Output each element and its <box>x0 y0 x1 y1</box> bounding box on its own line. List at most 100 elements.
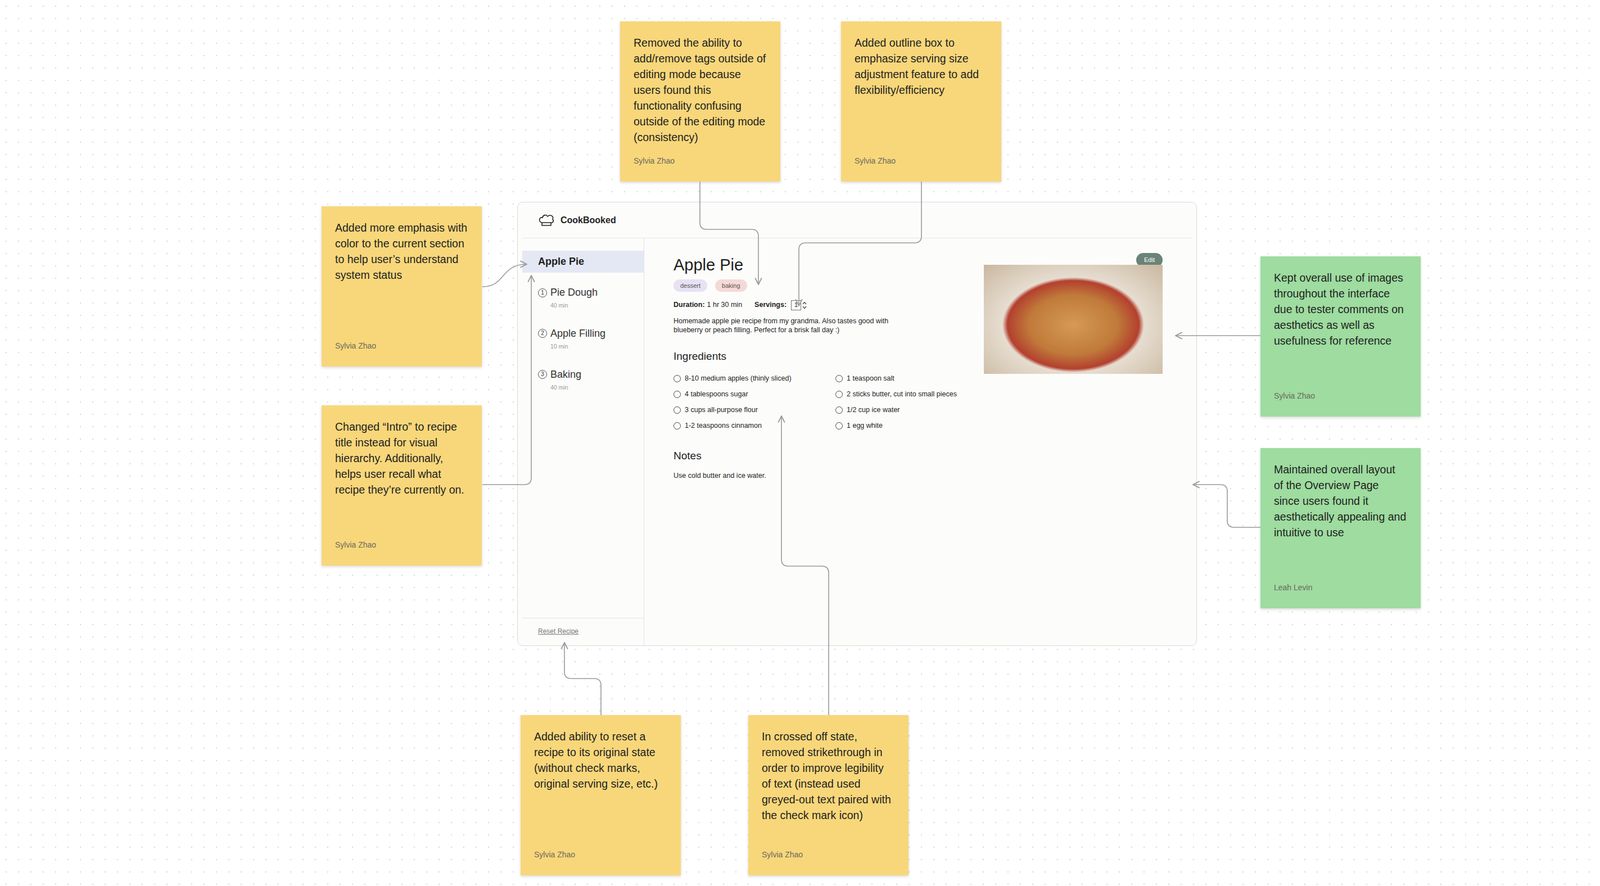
sticky-note[interactable]: Added ability to reset a recipe to its o… <box>520 715 681 876</box>
ingredient-item[interactable]: 1 egg white <box>835 418 962 435</box>
ingredient-item[interactable]: 1 teaspoon salt <box>835 371 962 387</box>
note-text: Removed the ability to add/remove tags o… <box>633 34 767 146</box>
check-circle-icon[interactable] <box>673 374 681 383</box>
step-label: Apple Filling <box>550 326 606 342</box>
note-text: Added ability to reset a recipe to its o… <box>534 728 668 792</box>
connectors <box>0 0 1600 886</box>
servings-label: Servings: <box>754 299 787 311</box>
recipe-title: Apple Pie <box>673 255 744 275</box>
sticky-note[interactable]: Kept overall use of images throughout th… <box>1260 256 1421 417</box>
app-body: Apple Pie1Pie Dough40 min2Apple Filling1… <box>517 238 1197 646</box>
step-row: 2Apple Filling <box>538 326 639 342</box>
ingredient-item[interactable]: 3 cups all-purpose flour <box>673 402 831 419</box>
recipe-description: Homemade apple pie recipe from my grandm… <box>673 317 893 335</box>
sticky-note[interactable]: Removed the ability to add/remove tags o… <box>620 21 781 182</box>
duration: Duration:1 hr 30 min <box>673 299 743 311</box>
app-name: CookBooked <box>560 213 617 228</box>
step-row: 3Baking <box>538 367 639 383</box>
connector-arrow-icon <box>482 275 532 485</box>
ingredient-item[interactable]: 2 sticks butter, cut into small pieces <box>835 386 962 403</box>
recipe-tag: baking <box>715 279 747 293</box>
sticky-note[interactable]: Added more emphasis with color to the cu… <box>321 206 482 367</box>
connector-arrow-icon <box>564 642 601 716</box>
note-author: Sylvia Zhao <box>534 848 668 861</box>
servings-input[interactable]: 1 <box>791 300 802 311</box>
check-circle-icon[interactable] <box>835 406 843 414</box>
step-number: 1 <box>538 288 548 298</box>
sidebar-list: Apple Pie1Pie Dough40 min2Apple Filling1… <box>522 250 644 618</box>
check-circle-icon[interactable] <box>835 422 843 430</box>
sticky-note[interactable]: Added outline box to emphasize serving s… <box>841 21 1002 182</box>
note-text: In crossed off state, removed strikethro… <box>761 728 896 824</box>
ingredient-text: 1 egg white <box>846 420 883 432</box>
app-header: CookBooked <box>522 202 1192 239</box>
connector-arrow-icon <box>798 181 922 306</box>
ingredients-heading: Ingredients <box>673 350 962 364</box>
critique-board: CookBookedApple Pie1Pie Dough40 min2Appl… <box>0 0 1600 886</box>
check-circle-icon[interactable] <box>673 422 681 430</box>
sidebar-item[interactable]: Apple Pie <box>522 250 644 273</box>
reset-recipe-link[interactable]: Reset Recipe <box>538 627 579 636</box>
sticky-note[interactable]: Changed “Intro” to recipe title instead … <box>321 405 482 566</box>
check-circle-icon[interactable] <box>673 390 681 399</box>
servings: Servings: 1 <box>754 299 807 311</box>
stepper-icon[interactable] <box>802 301 807 310</box>
ingredient-text: 1-2 teaspoons cinnamon <box>684 420 762 432</box>
step-label: Baking <box>550 367 582 383</box>
recipe-photo <box>983 264 1163 374</box>
ingredient-item[interactable]: 4 tablespoons sugar <box>673 386 831 403</box>
step-row: 1Pie Dough <box>538 285 639 301</box>
connector-arrow-icon <box>1175 335 1261 337</box>
notes-heading: Notes <box>673 449 962 463</box>
note-text: Maintained overall layout of the Overvie… <box>1273 461 1408 541</box>
sidebar-item[interactable]: 3Baking40 min <box>522 363 644 396</box>
step-number: 3 <box>538 369 548 379</box>
note-text: Changed “Intro” to recipe title instead … <box>335 418 469 498</box>
connector-arrow-icon <box>781 416 829 716</box>
note-author: Sylvia Zhao <box>335 340 469 352</box>
duration-value: 1 hr 30 min <box>707 300 743 309</box>
ingredient-list: 8-10 medium apples (thinly sliced) 4 tabl… <box>673 371 962 435</box>
ingredient-text: 4 tablespoons sugar <box>684 389 749 400</box>
ingredient-text: 2 sticks butter, cut into small pieces <box>846 389 957 400</box>
duration-label: Duration: <box>673 300 705 309</box>
ingredient-item[interactable]: 1/2 cup ice water <box>835 402 962 419</box>
sticky-note[interactable]: Maintained overall layout of the Overvie… <box>1260 448 1421 609</box>
step-time: 10 min <box>538 342 639 352</box>
ingredient-item[interactable]: 8-10 medium apples (thinly sliced) <box>673 371 831 387</box>
note-text: Added more emphasis with color to the cu… <box>335 219 469 283</box>
notes-text: Use cold butter and ice water. <box>673 470 962 482</box>
ingredient-text: 3 cups all-purpose flour <box>684 404 758 416</box>
recipe-details: dessert baking Duration:1 hr 30 min Serving… <box>673 279 962 482</box>
content-row: dessert baking Duration:1 hr 30 min Serving… <box>673 279 1163 482</box>
note-author: Sylvia Zhao <box>335 539 469 551</box>
sticky-note[interactable]: In crossed off state, removed strikethro… <box>748 715 909 876</box>
step-label: Pie Dough <box>550 285 598 301</box>
meta-row: Duration:1 hr 30 min Servings: 1 <box>673 299 962 311</box>
check-circle-icon[interactable] <box>673 406 681 414</box>
note-author: Leah Levin <box>1273 581 1408 594</box>
connector-arrow-icon <box>699 181 759 285</box>
sidebar: Apple Pie1Pie Dough40 min2Apple Filling1… <box>517 238 645 646</box>
sidebar-footer: Reset Recipe <box>522 617 644 646</box>
step-number: 2 <box>538 328 548 338</box>
check-circle-icon[interactable] <box>835 390 843 399</box>
note-text: Kept overall use of images throughout th… <box>1273 269 1408 349</box>
note-author: Sylvia Zhao <box>761 848 896 861</box>
connector-arrow-icon <box>482 264 527 287</box>
sidebar-item[interactable]: 1Pie Dough40 min <box>522 281 644 314</box>
ingredient-item[interactable]: 1-2 teaspoons cinnamon <box>673 418 831 435</box>
step-time: 40 min <box>538 301 639 311</box>
recipe-view: Apple PieEditdessertbakingDuration:1 hr … <box>644 238 1197 646</box>
ingredient-text: 8-10 medium apples (thinly sliced) <box>684 373 792 384</box>
step-time: 40 min <box>538 383 639 393</box>
intro-label: Apple Pie <box>538 255 585 268</box>
ingredient-text: 1 teaspoon salt <box>846 373 895 384</box>
note-author: Sylvia Zhao <box>1273 390 1408 402</box>
note-text: Added outline box to emphasize serving s… <box>854 34 988 98</box>
check-circle-icon[interactable] <box>835 374 843 383</box>
note-author: Sylvia Zhao <box>633 155 767 167</box>
sidebar-item[interactable]: 2Apple Filling10 min <box>522 322 644 355</box>
recipe-tag: dessert <box>673 279 708 293</box>
tag-list: dessert baking <box>673 279 962 293</box>
